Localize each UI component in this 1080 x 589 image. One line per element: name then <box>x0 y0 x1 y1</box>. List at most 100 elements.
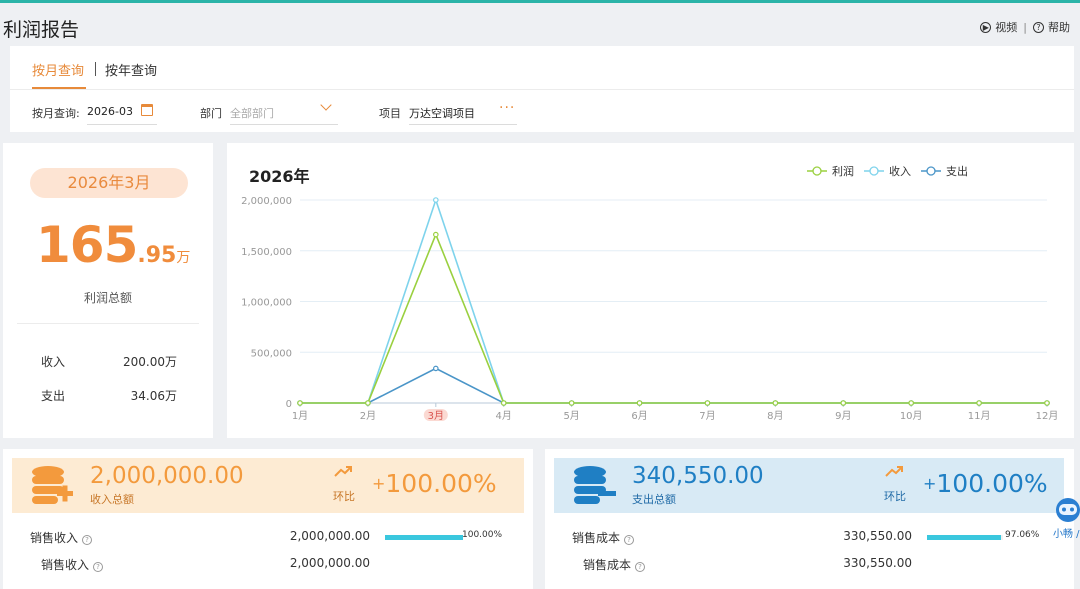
series-line-支出 <box>300 367 1047 404</box>
expense-subitem-name: 销售成本? <box>583 556 646 573</box>
assistant-widget[interactable]: 小畅 / <box>1050 495 1080 545</box>
series-point <box>636 400 643 406</box>
expense-subitem-row[interactable]: 销售成本? 330,550.00 <box>545 556 1074 572</box>
chevron-down-icon[interactable] <box>320 99 332 111</box>
tab-separator <box>95 62 96 76</box>
question-icon[interactable]: ? <box>82 535 93 545</box>
income-item-row[interactable]: 销售收入? 2,000,000.00 100.00% <box>3 529 533 545</box>
series-point <box>704 400 711 406</box>
legend-label: 收入 <box>889 164 911 178</box>
income-subitem-name: 销售收入? <box>41 556 104 573</box>
x-tick-label: 2月 <box>360 410 376 422</box>
legend-marker <box>812 166 822 176</box>
expense-subitem-amount: 330,550.00 <box>843 556 912 570</box>
header-separator: | <box>1023 20 1027 34</box>
expense-ratio-sign: + <box>923 474 937 493</box>
series-point <box>433 231 439 238</box>
summary-divider <box>17 323 199 324</box>
income-total-amount: 2,000,000.00 <box>90 463 244 489</box>
series-point <box>297 400 303 406</box>
legend-marker <box>926 166 936 176</box>
expense-total-amount: 340,550.00 <box>632 463 764 489</box>
x-tick-label: 4月 <box>496 410 512 422</box>
tab-by-month[interactable]: 按月查询 <box>32 60 84 79</box>
y-tick-label: 500,000 <box>251 348 292 359</box>
project-filter-label: 项目 <box>379 107 401 120</box>
y-tick-label: 1,000,000 <box>241 298 292 309</box>
project-underline <box>409 124 517 125</box>
trend-up-icon <box>334 466 352 477</box>
series-point <box>840 400 847 406</box>
expense-item-amount: 330,550.00 <box>843 529 912 543</box>
robot-icon[interactable] <box>1050 495 1080 523</box>
x-tick-label: 3月 <box>428 410 444 422</box>
income-ratio-value: 100.00% <box>385 469 497 498</box>
expense-value: 34.06万 <box>130 389 177 403</box>
income-value: 200.00万 <box>123 355 177 369</box>
y-tick-label: 2,000,000 <box>241 196 292 207</box>
question-icon[interactable]: ? <box>635 562 646 572</box>
profit-integer: 165 <box>36 216 138 274</box>
department-filter-label: 部门 <box>200 107 222 120</box>
income-item-name-text: 销售收入 <box>30 531 79 545</box>
trend-chart-card: 2026年 0 500,000 1,000,000 1,500,000 2,000,00… <box>227 143 1074 438</box>
expense-ratio: +100.00% <box>923 469 1048 498</box>
series-point <box>1044 400 1050 406</box>
page-title: 利润报告 <box>3 19 80 41</box>
project-select[interactable]: 万达空调项目 <box>409 105 475 121</box>
question-icon[interactable]: ? <box>93 562 104 572</box>
assistant-label[interactable]: 小畅 / <box>1053 525 1080 540</box>
legend-label: 利润 <box>832 164 854 178</box>
month-pill: 2026年3月 <box>30 168 188 198</box>
month-filter-underline <box>87 124 157 125</box>
profit-decimal: .95 <box>137 243 177 268</box>
y-tick-label: 1,500,000 <box>241 247 292 258</box>
series-point <box>976 400 982 406</box>
income-item-name: 销售收入? <box>30 529 93 546</box>
active-tab-indicator <box>32 87 86 89</box>
legend-label: 支出 <box>946 164 968 178</box>
series-point <box>433 365 439 372</box>
income-ratio-label: 环比 <box>333 490 355 503</box>
expense-item-bar-fill <box>927 535 1001 540</box>
income-total-label: 收入总额 <box>90 493 134 506</box>
expense-item-name-text: 销售成本 <box>572 531 621 545</box>
video-link[interactable]: 视频 <box>995 19 1017 35</box>
help-link[interactable]: 帮助 <box>1048 19 1070 35</box>
income-label: 收入 <box>41 355 66 369</box>
filter-panel: 按月查询 按年查询 按月查询: 2026-03 部门 全部部门 项目 万达空调项… <box>10 46 1074 132</box>
calendar-icon[interactable] <box>141 104 153 116</box>
x-tick-label: 1月 <box>292 410 308 422</box>
expense-label: 支出 <box>41 389 66 403</box>
series-point <box>772 400 779 406</box>
income-row: 收入 200.00万 <box>41 353 177 370</box>
profit-unit: 万 <box>176 250 191 266</box>
income-item-percent: 100.00% <box>462 530 503 540</box>
expense-card: 340,550.00 支出总额 环比 +100.00% 销售成本? 330,55… <box>545 449 1074 589</box>
series-point <box>568 400 575 406</box>
play-icon[interactable]: ▶ <box>980 21 992 33</box>
series-point <box>500 400 507 406</box>
income-subitem-row[interactable]: 销售收入? 2,000,000.00 <box>3 556 533 572</box>
month-filter-input[interactable]: 2026-03 <box>87 105 133 118</box>
expense-item-name: 销售成本? <box>572 529 635 546</box>
series-line-利润 <box>300 232 1047 404</box>
more-icon[interactable]: ··· <box>499 100 515 116</box>
x-tick-label: 10月 <box>900 410 923 422</box>
income-item-bar-fill <box>385 535 463 540</box>
question-icon[interactable]: ? <box>624 535 635 545</box>
expense-item-row[interactable]: 销售成本? 330,550.00 97.06% <box>545 529 1074 545</box>
expense-ratio-label: 环比 <box>884 490 906 503</box>
profit-total-label: 利润总额 <box>83 291 132 305</box>
expense-total-label: 支出总额 <box>632 493 676 506</box>
income-item-amount: 2,000,000.00 <box>289 529 370 543</box>
income-item-bar <box>385 535 463 540</box>
trend-chart: 0 500,000 1,000,000 1,500,000 2,000,000 1月 2月 3… <box>241 164 1058 422</box>
series-point <box>365 400 371 406</box>
database-add-icon <box>32 466 73 504</box>
x-tick-label: 5月 <box>563 410 579 422</box>
expense-band: 340,550.00 支出总额 环比 +100.00% <box>554 458 1064 513</box>
department-select[interactable]: 全部部门 <box>230 105 274 121</box>
help-icon[interactable]: ? <box>1033 21 1044 33</box>
tab-by-year[interactable]: 按年查询 <box>105 60 157 79</box>
